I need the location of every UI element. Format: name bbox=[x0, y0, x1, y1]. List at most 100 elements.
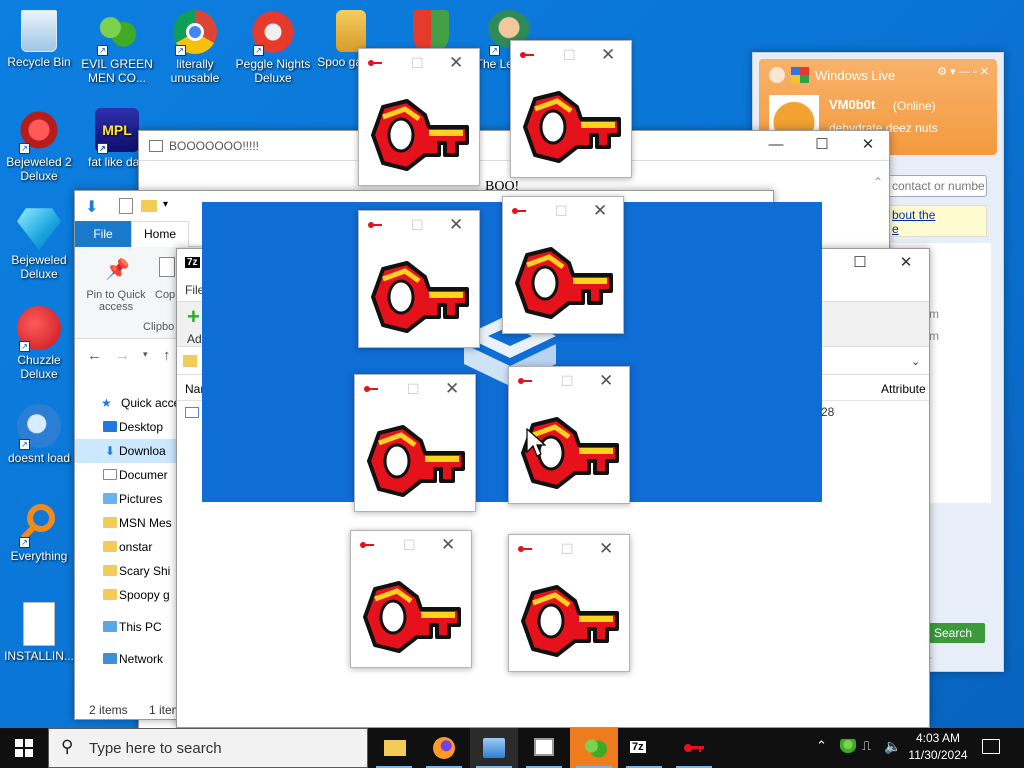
volume-icon[interactable]: 🔈 bbox=[884, 738, 901, 755]
column-header-attributes[interactable]: Attribute bbox=[881, 382, 926, 396]
close-button[interactable]: ✕ bbox=[601, 45, 615, 65]
key-popup-window[interactable]: ☐ ✕ bbox=[510, 40, 632, 178]
chuzzle-shortcut[interactable]: ↗ Chuzzle Deluxe bbox=[0, 306, 78, 381]
nav-item-this-pc[interactable]: This PC bbox=[75, 615, 179, 639]
nav-item-desktop[interactable]: Desktop bbox=[75, 415, 179, 439]
maximize-button[interactable]: ☐ bbox=[411, 55, 424, 72]
key-popup-window[interactable]: ☐ ✕ bbox=[508, 534, 630, 672]
up-folder-icon[interactable] bbox=[183, 355, 197, 367]
taskbar-search-box[interactable]: ⚲ Type here to search bbox=[48, 728, 368, 768]
nav-item-label: Network bbox=[119, 652, 164, 666]
maximize-button[interactable]: ☐ bbox=[555, 203, 568, 220]
scroll-up-icon[interactable]: ⌃ bbox=[873, 175, 883, 189]
tab-file[interactable]: File bbox=[75, 221, 131, 247]
taskbar-key-app[interactable] bbox=[670, 728, 718, 768]
nav-item-downloads[interactable]: ⬇ Downloa bbox=[75, 439, 179, 463]
doesnt-load-shortcut[interactable]: ↗ doesnt load bbox=[0, 404, 78, 465]
mouse-cursor-icon bbox=[526, 428, 546, 457]
nav-item-documents[interactable]: Documer bbox=[75, 463, 179, 487]
close-button[interactable]: ✕ bbox=[445, 379, 459, 399]
key-popup-window[interactable]: ☐ ✕ bbox=[358, 48, 480, 186]
info-link[interactable]: bout the bbox=[892, 208, 935, 222]
minimize-button[interactable]: — bbox=[753, 131, 799, 161]
key-icon bbox=[518, 378, 532, 384]
everything-shortcut[interactable]: ↗ Everything bbox=[0, 502, 78, 563]
maximize-button[interactable]: ☐ bbox=[403, 537, 416, 554]
close-button[interactable]: ✕ bbox=[883, 249, 929, 279]
taskbar-firefox[interactable] bbox=[420, 728, 468, 768]
recent-dropdown-icon[interactable]: ▾ bbox=[143, 349, 148, 360]
close-button[interactable]: ✕ bbox=[449, 215, 463, 235]
literally-unusable-shortcut[interactable]: ↗ literally unusable bbox=[156, 10, 234, 85]
customize-dropdown-icon[interactable]: ▾ bbox=[163, 199, 168, 210]
show-hidden-icons-button[interactable]: ⌃ bbox=[816, 738, 827, 754]
taskbar-window[interactable] bbox=[520, 728, 568, 768]
star-icon: ★ bbox=[101, 396, 112, 410]
up-arrow-icon[interactable]: ↑ bbox=[163, 347, 171, 364]
search-input[interactable]: contact or numbe bbox=[892, 179, 985, 193]
bejeweled-shortcut[interactable]: ↗ Bejeweled Deluxe bbox=[0, 206, 78, 281]
taskbar-installer[interactable] bbox=[470, 728, 518, 768]
close-button[interactable]: ✕ bbox=[441, 535, 455, 555]
msn-contact-search[interactable]: contact or numbe bbox=[887, 175, 987, 197]
key-popup-window[interactable]: ☐ ✕ bbox=[354, 374, 476, 512]
key-popup-window[interactable]: ☐ ✕ bbox=[358, 210, 480, 348]
nav-item-pictures[interactable]: Pictures bbox=[75, 487, 179, 511]
maximize-button[interactable]: ☐ bbox=[563, 47, 576, 64]
maximize-button[interactable]: ☐ bbox=[411, 217, 424, 234]
quick-access-down-icon[interactable]: ⬇ bbox=[85, 197, 98, 217]
properties-icon[interactable] bbox=[119, 198, 133, 214]
maximize-button[interactable]: ☐ bbox=[561, 373, 574, 390]
msn-window-controls[interactable]: ⚙ ▾ — ▫ ✕ bbox=[937, 65, 989, 78]
search-input[interactable]: Type here to search bbox=[89, 740, 222, 757]
copy-button[interactable]: Cop bbox=[155, 289, 175, 301]
nav-item-scary-shit[interactable]: Scary Shi bbox=[75, 559, 179, 583]
notifications-icon[interactable] bbox=[982, 739, 1000, 754]
msn-search-button[interactable]: Search bbox=[921, 623, 985, 643]
clock-date[interactable]: 11/30/2024 bbox=[904, 748, 972, 762]
new-folder-icon[interactable] bbox=[141, 200, 157, 212]
peggle-nights-shortcut[interactable]: ↗ Peggle Nights Deluxe bbox=[234, 10, 312, 85]
taskbar-file-explorer[interactable] bbox=[370, 728, 418, 768]
maximize-button[interactable]: ☐ bbox=[561, 541, 574, 558]
search-icon: ⚲ bbox=[61, 737, 74, 756]
tab-home[interactable]: Home bbox=[131, 221, 189, 248]
close-button[interactable]: ✕ bbox=[593, 201, 607, 221]
shortcut-arrow-icon: ↗ bbox=[97, 143, 108, 154]
key-popup-window[interactable]: ☐ ✕ bbox=[350, 530, 472, 668]
evil-green-men-shortcut[interactable]: ↗ EVIL GREEN MEN CO... bbox=[78, 10, 156, 85]
back-arrow-icon[interactable]: ← bbox=[87, 347, 102, 364]
start-button[interactable] bbox=[0, 728, 48, 768]
msn-username[interactable]: VM0b0t bbox=[829, 97, 875, 112]
installing-file[interactable]: INSTALLIN... bbox=[0, 602, 78, 663]
pin-to-quick-access-button[interactable]: Pin to Quick access bbox=[81, 289, 151, 313]
taskbar-msn-messenger[interactable] bbox=[570, 728, 618, 768]
key-popup-window[interactable]: ☐ ✕ bbox=[502, 196, 624, 334]
recycle-bin-shortcut[interactable]: Recycle Bin bbox=[0, 10, 78, 69]
maximize-button[interactable]: ☐ bbox=[837, 249, 883, 279]
nav-item-msn-messenger[interactable]: MSN Mes bbox=[75, 511, 179, 535]
forward-arrow-icon[interactable]: → bbox=[115, 347, 130, 364]
pin-icon[interactable]: 📌 bbox=[105, 257, 130, 282]
maximize-button[interactable]: ☐ bbox=[799, 131, 845, 161]
close-button[interactable]: ✕ bbox=[845, 131, 891, 161]
close-button[interactable]: ✕ bbox=[599, 371, 613, 391]
copy-icon[interactable] bbox=[159, 257, 175, 277]
nav-item-onstar[interactable]: onstar bbox=[75, 535, 179, 559]
nav-item-spoopy-games[interactable]: Spoopy g bbox=[75, 583, 179, 607]
network-icon[interactable]: ⎍ bbox=[862, 738, 871, 754]
add-plus-icon[interactable]: + bbox=[187, 304, 200, 330]
taskbar-7zip[interactable]: 7z bbox=[620, 728, 668, 768]
quick-access-item[interactable]: ★ Quick acce bbox=[75, 391, 180, 415]
nav-item-network[interactable]: Network bbox=[75, 647, 179, 671]
people-tray-icon[interactable] bbox=[840, 739, 856, 755]
close-button[interactable]: ✕ bbox=[599, 539, 613, 559]
bejeweled-2-shortcut[interactable]: ↗ Bejeweled 2 Deluxe bbox=[0, 108, 78, 183]
info-link[interactable]: e bbox=[892, 222, 899, 236]
clock-time[interactable]: 4:03 AM bbox=[908, 731, 968, 745]
msn-status[interactable]: (Online) bbox=[893, 99, 936, 113]
maximize-button[interactable]: ☐ bbox=[407, 381, 420, 398]
add-button-label[interactable]: Ad bbox=[187, 332, 202, 346]
path-dropdown-icon[interactable]: ⌄ bbox=[911, 355, 920, 368]
close-button[interactable]: ✕ bbox=[449, 53, 463, 73]
